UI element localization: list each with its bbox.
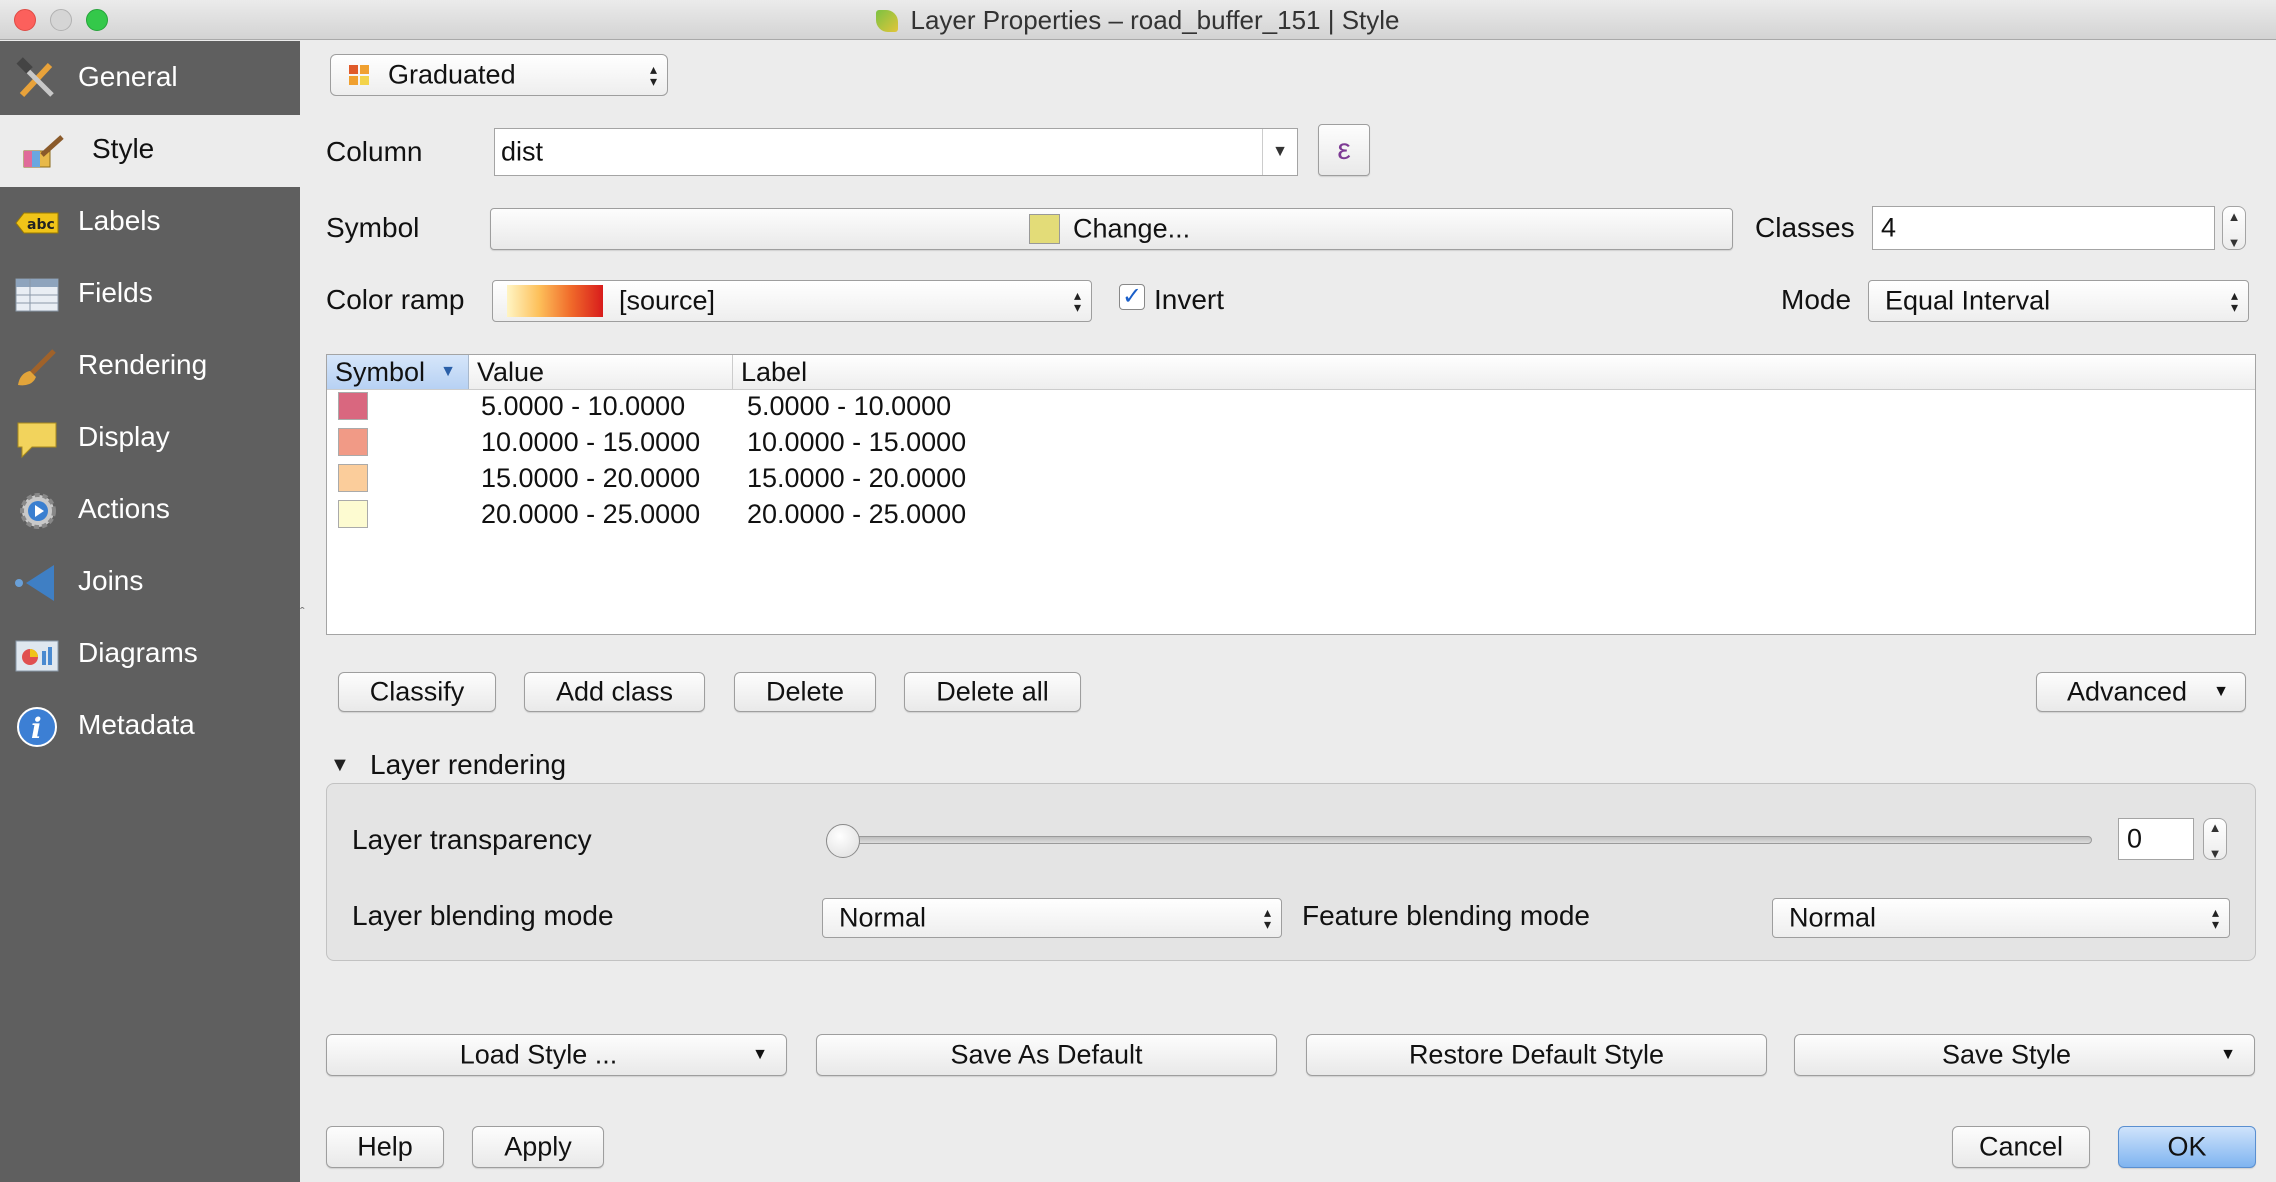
svg-text:i: i bbox=[31, 712, 42, 745]
symbol-color-swatch bbox=[1029, 214, 1060, 244]
invert-label: Invert bbox=[1154, 284, 1225, 315]
sidebar-item-joins[interactable]: Joins bbox=[0, 547, 300, 619]
sort-descending-icon: ▼ bbox=[440, 363, 456, 380]
symbol-column-header[interactable]: Symbol ▼ bbox=[327, 355, 469, 389]
updown-arrows-icon: ▴ ▾ bbox=[649, 61, 657, 89]
delete-class-button[interactable]: Delete bbox=[734, 672, 876, 712]
apply-button[interactable]: Apply bbox=[472, 1126, 604, 1168]
transparency-slider-track[interactable] bbox=[826, 836, 2092, 844]
classes-spinner[interactable]: ▲ ▼ bbox=[2222, 206, 2246, 250]
transparency-slider-handle[interactable] bbox=[826, 824, 860, 858]
gear-play-icon bbox=[20, 493, 56, 529]
classes-input[interactable]: 4 bbox=[1872, 206, 2215, 250]
brush-icon bbox=[18, 349, 56, 386]
tools-icon bbox=[16, 57, 54, 98]
sidebar-item-general[interactable]: General bbox=[0, 43, 300, 115]
add-class-button[interactable]: Add class bbox=[524, 672, 705, 712]
save-style-button[interactable]: Save Style ▼ bbox=[1794, 1034, 2255, 1076]
layer-blending-label: Layer blending mode bbox=[352, 900, 614, 931]
dropdown-arrow-icon[interactable]: ▼ bbox=[1262, 129, 1297, 175]
diagram-icon bbox=[15, 640, 59, 672]
updown-arrows-icon: ▴ ▾ bbox=[2230, 287, 2238, 315]
sidebar-item-labels[interactable]: abc Labels bbox=[0, 187, 300, 259]
paintbrush-icon bbox=[23, 135, 64, 168]
info-icon: i bbox=[17, 707, 57, 747]
label-column-header[interactable]: Label bbox=[733, 355, 2255, 389]
value-column-header[interactable]: Value bbox=[469, 355, 733, 389]
class-symbol-swatch[interactable] bbox=[338, 392, 368, 420]
classes-label: Classes bbox=[1755, 212, 1855, 243]
color-ramp-label: Color ramp bbox=[326, 284, 465, 315]
expression-button[interactable]: ε bbox=[1318, 124, 1370, 176]
sidebar-item-display[interactable]: Display bbox=[0, 403, 300, 475]
help-button[interactable]: Help bbox=[326, 1126, 444, 1168]
load-style-button[interactable]: Load Style ... ▼ bbox=[326, 1034, 787, 1076]
symbol-change-button[interactable]: Change... bbox=[490, 208, 1733, 250]
window-title-bar: Layer Properties – road_buffer_151 | Sty… bbox=[0, 0, 2276, 40]
chevron-down-icon: ▼ bbox=[752, 1046, 768, 1063]
symbol-label: Symbol bbox=[326, 212, 420, 243]
speech-bubble-icon bbox=[17, 422, 57, 459]
feature-blending-select[interactable]: Normal ▴ ▾ bbox=[1772, 898, 2230, 938]
svg-text:abc: abc bbox=[27, 217, 55, 233]
mode-label: Mode bbox=[1781, 284, 1852, 315]
table-icon bbox=[15, 278, 59, 312]
mode-select[interactable]: Equal Interval ▴ ▾ bbox=[1868, 280, 2249, 322]
layer-transparency-label: Layer transparency bbox=[352, 824, 592, 855]
chevron-down-icon: ▼ bbox=[2220, 1046, 2236, 1063]
class-symbol-swatch[interactable] bbox=[338, 500, 368, 528]
sidebar: General Style abc Labels Fields Renderin… bbox=[0, 41, 300, 1182]
abc-label-icon: abc bbox=[15, 212, 59, 234]
renderer-type-select[interactable]: Graduated ▴ ▾ bbox=[330, 54, 668, 96]
feature-blending-label: Feature blending mode bbox=[1302, 900, 1590, 931]
save-as-default-button[interactable]: Save As Default bbox=[816, 1034, 1277, 1076]
updown-arrows-icon: ▴ ▾ bbox=[2211, 904, 2219, 932]
sidebar-item-metadata[interactable]: i Metadata bbox=[0, 691, 300, 763]
column-label: Column bbox=[326, 136, 423, 167]
classes-table[interactable]: Symbol ▼ Value Label 5.0000 - 10.0000 5.… bbox=[326, 354, 2256, 635]
layer-blending-select[interactable]: Normal ▴ ▾ bbox=[822, 898, 1282, 938]
invert-checkbox[interactable]: ✓ bbox=[1119, 284, 1145, 310]
class-symbol-swatch[interactable] bbox=[338, 428, 368, 456]
transparency-input[interactable]: 0 bbox=[2118, 818, 2194, 860]
sidebar-item-diagrams[interactable]: Diagrams bbox=[0, 619, 300, 691]
chevron-down-icon: ▼ bbox=[2213, 683, 2229, 700]
delete-all-button[interactable]: Delete all bbox=[904, 672, 1081, 712]
color-ramp-preview bbox=[507, 285, 603, 317]
color-ramp-select[interactable]: [source] ▴ ▾ bbox=[492, 280, 1092, 322]
updown-arrows-icon: ▴ ▾ bbox=[1263, 904, 1271, 932]
window-title: Layer Properties – road_buffer_151 | Sty… bbox=[0, 5, 2276, 36]
graduated-icon bbox=[349, 65, 369, 85]
collapse-triangle-icon[interactable]: ▼ bbox=[330, 754, 350, 777]
sidebar-item-actions[interactable]: Actions bbox=[0, 475, 300, 547]
cancel-button[interactable]: Cancel bbox=[1952, 1126, 2090, 1168]
sidebar-item-rendering[interactable]: Rendering bbox=[0, 331, 300, 403]
classify-button[interactable]: Classify bbox=[338, 672, 496, 712]
layer-rendering-title: Layer rendering bbox=[370, 749, 567, 780]
qgis-leaf-icon bbox=[876, 10, 899, 32]
restore-default-style-button[interactable]: Restore Default Style bbox=[1306, 1034, 1767, 1076]
transparency-spinner[interactable]: ▲ ▼ bbox=[2203, 818, 2227, 860]
splitter-handle[interactable]: ˆ bbox=[300, 604, 305, 620]
class-symbol-swatch[interactable] bbox=[338, 464, 368, 492]
sidebar-item-style[interactable]: Style bbox=[0, 115, 300, 187]
advanced-button[interactable]: Advanced ▼ bbox=[2036, 672, 2246, 712]
sidebar-item-fields[interactable]: Fields bbox=[0, 259, 300, 331]
updown-arrows-icon: ▴ ▾ bbox=[1073, 287, 1081, 315]
ok-button[interactable]: OK bbox=[2118, 1126, 2256, 1168]
column-field-combo[interactable]: dist ▼ bbox=[494, 128, 1298, 176]
join-arrow-icon bbox=[15, 565, 54, 601]
